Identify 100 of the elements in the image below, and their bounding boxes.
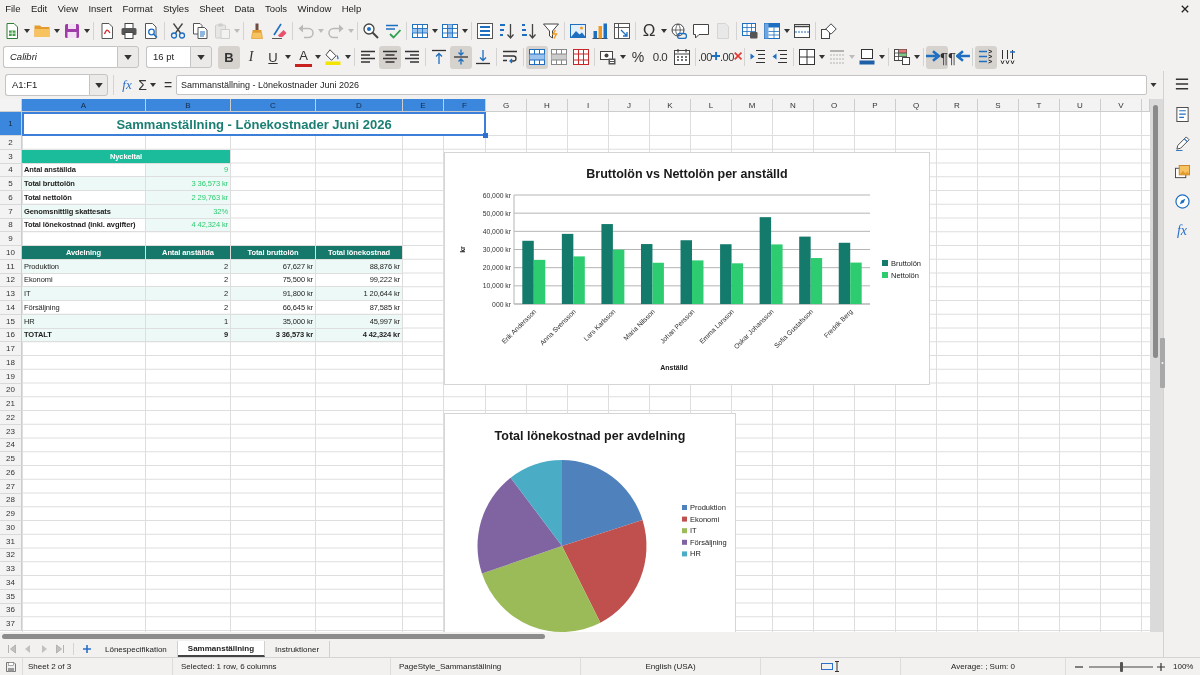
caret-icon[interactable] [661,28,667,33]
caret-icon[interactable] [784,28,790,33]
column-header[interactable]: E [403,99,444,112]
column-header[interactable]: T [1019,99,1060,112]
add-decimal-button[interactable]: .00 [698,45,720,69]
resize-grip-icon[interactable] [1160,338,1165,388]
fill-handle-icon[interactable] [483,133,488,138]
column-header[interactable]: K [650,99,691,112]
menu-item[interactable]: Tools [259,1,293,17]
row-header[interactable]: 33 [0,562,22,576]
align-center-button[interactable] [379,45,401,69]
column-header[interactable]: P [855,99,896,112]
plus-icon[interactable] [1157,662,1165,671]
row-header[interactable]: 5 [0,177,22,191]
row-header[interactable]: 26 [0,466,22,480]
caret-icon[interactable] [150,83,156,87]
row-header[interactable]: 10 [0,246,22,260]
row-header[interactable]: 6 [0,191,22,205]
menu-item[interactable]: View [52,1,84,17]
column-header[interactable]: M [732,99,773,112]
caret-icon[interactable] [24,28,30,33]
column-header[interactable]: V [1101,99,1142,112]
column-header[interactable]: D [316,99,403,112]
sheet-tab[interactable]: Instruktioner [265,641,331,657]
pen-icon[interactable] [1174,136,1190,151]
caret-icon[interactable] [914,55,920,59]
bold-button[interactable]: B [218,45,240,69]
caret-icon[interactable] [819,55,825,59]
caret-icon[interactable] [315,55,321,59]
column-header[interactable]: A [22,99,146,112]
caret-icon[interactable] [54,28,60,33]
sheet-tab[interactable]: Sammanställning [177,641,266,657]
dropdown-button[interactable] [117,46,139,68]
column-header[interactable]: O [814,99,855,112]
menu-item[interactable]: Insert [83,1,118,17]
formula-input-field[interactable]: Sammanställning - Lönekostnader Juni 2026 [176,75,1147,95]
plus-icon[interactable] [83,645,91,653]
text-horizontal-button[interactable] [975,45,997,69]
column-header[interactable]: R [937,99,978,112]
row-header[interactable]: 2 [0,136,22,150]
caret-icon[interactable] [1150,83,1157,87]
sum-button[interactable]: Σ [136,75,149,95]
column-header[interactable]: F [444,99,486,112]
font-color-button[interactable]: A [295,47,312,67]
align-middle-button[interactable] [450,45,472,69]
caret-icon[interactable] [285,55,291,59]
column-header[interactable]: H [527,99,568,112]
row-header[interactable]: 22 [0,411,22,425]
properties-icon[interactable] [1174,107,1190,122]
menu-item[interactable]: Window [292,1,337,17]
slider-thumb[interactable] [1120,661,1123,672]
dropdown-button[interactable] [190,46,212,68]
column-header[interactable]: G [486,99,527,112]
column-header[interactable]: B [146,99,231,112]
column-header[interactable]: Q [896,99,937,112]
column-header[interactable]: U [1060,99,1101,112]
menu-item[interactable]: File [0,1,26,17]
column-header[interactable]: N [773,99,814,112]
formula-button[interactable]: = [161,75,175,95]
column-header[interactable]: S [978,99,1019,112]
caret-icon[interactable] [879,55,885,59]
caret-icon[interactable] [620,55,626,59]
merge-center-button[interactable] [526,45,548,69]
row-header[interactable]: 30 [0,521,22,535]
font-size-field[interactable]: 16 pt [146,46,190,68]
compass-icon[interactable] [1174,194,1190,209]
percent-format-button[interactable]: % [627,45,649,69]
row-header[interactable]: 18 [0,356,22,370]
scrollbar-thumb[interactable] [1153,105,1158,358]
dropdown-button[interactable] [89,74,108,96]
scrollbar-thumb[interactable] [2,634,545,639]
close-icon[interactable] [1181,5,1189,13]
underline-button[interactable]: U [262,45,284,69]
menu-item[interactable]: Data [229,1,260,17]
caret-icon[interactable] [462,28,468,33]
font-name-field[interactable]: Calibri [3,46,117,68]
row-header[interactable]: 1 [0,112,22,136]
row-header[interactable]: 25 [0,452,22,466]
column-header[interactable]: J [609,99,650,112]
functions-button[interactable]: fx [1176,223,1188,239]
function-wizard-button[interactable]: fx [119,75,135,95]
menu-item[interactable]: Edit [25,1,53,17]
menu-item[interactable]: Sheet [194,1,230,17]
right-to-left-button[interactable]: ¶ [948,45,970,69]
caret-icon[interactable] [345,55,351,59]
menu-item[interactable]: Styles [157,1,195,17]
menu-item[interactable]: Help [336,1,367,17]
delete-decimal-button[interactable]: .00 [720,45,742,69]
column-header[interactable]: C [231,99,316,112]
row-header[interactable]: 34 [0,576,22,590]
menu-icon[interactable] [1175,77,1189,91]
caret-icon[interactable] [432,28,438,33]
column-header[interactable]: L [691,99,732,112]
row-header[interactable]: 17 [0,342,22,356]
row-header[interactable]: 21 [0,397,22,411]
gallery-icon[interactable] [1174,165,1190,180]
name-box-field[interactable]: A1:F1 [5,74,89,96]
special-character-button[interactable]: Ω [638,19,660,42]
italic-button[interactable]: I [240,45,262,69]
minus-icon[interactable] [1075,664,1083,669]
